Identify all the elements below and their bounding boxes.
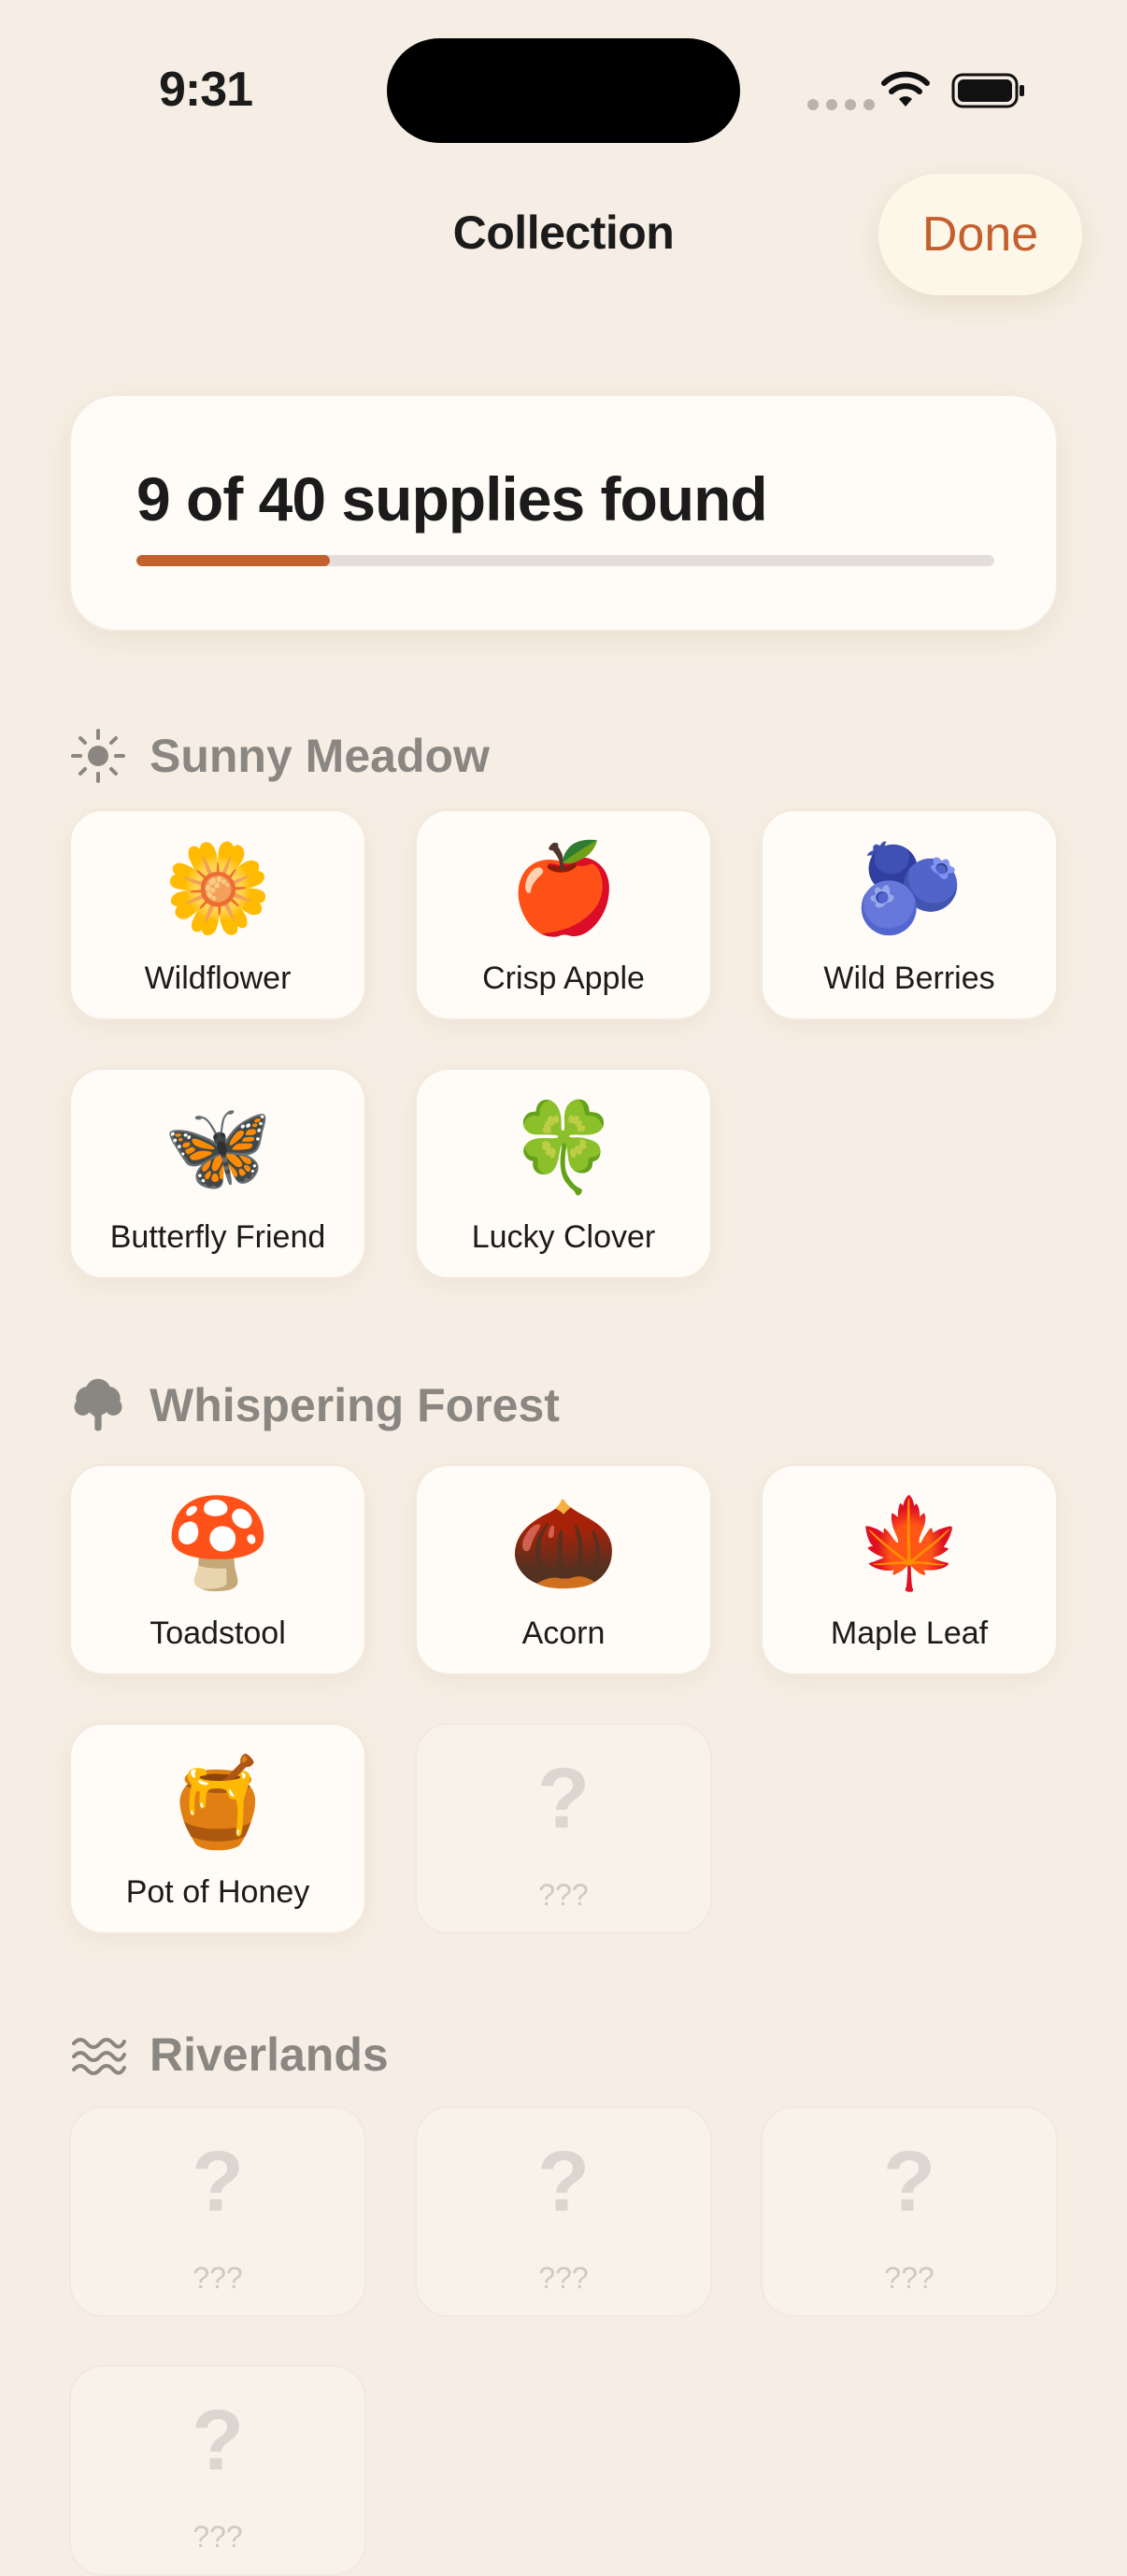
progress-card: 9 of 40 supplies found bbox=[69, 394, 1058, 632]
section-header-riverlands: Riverlands bbox=[69, 2022, 389, 2087]
supply-card-locked[interactable]: ? ??? bbox=[415, 1723, 712, 1934]
supply-label: Wild Berries bbox=[823, 961, 995, 996]
wifi-icon bbox=[881, 71, 930, 107]
supply-card-wild-berries[interactable]: 🫐 Wild Berries bbox=[761, 809, 1058, 1020]
supply-card-acorn[interactable]: 🌰 Acorn bbox=[415, 1464, 712, 1675]
apple-icon: 🍎 bbox=[508, 839, 619, 937]
supply-label: ??? bbox=[193, 2520, 243, 2554]
tree-icon bbox=[69, 1376, 127, 1434]
butterfly-icon: 🦋 bbox=[163, 1098, 273, 1196]
supply-label: ??? bbox=[884, 2261, 934, 2295]
cellular-signal-icon bbox=[807, 99, 875, 110]
status-time: 9:31 bbox=[159, 63, 253, 117]
progress-fill bbox=[136, 555, 330, 566]
water-waves-icon bbox=[69, 2026, 127, 2084]
supply-card-locked[interactable]: ? ??? bbox=[69, 2365, 366, 2576]
progress-text: 9 of 40 supplies found bbox=[136, 464, 768, 534]
blueberries-icon: 🫐 bbox=[854, 839, 964, 937]
supply-label: Crisp Apple bbox=[482, 961, 645, 996]
acorn-icon: 🌰 bbox=[508, 1494, 619, 1592]
supply-label: ??? bbox=[538, 1878, 589, 1912]
supply-label: Toadstool bbox=[150, 1615, 286, 1651]
section-title: Whispering Forest bbox=[150, 1379, 560, 1431]
honey-pot-icon: 🍯 bbox=[163, 1753, 273, 1851]
supply-card-locked[interactable]: ? ??? bbox=[761, 2106, 1058, 2317]
wildflower-icon: 🌼 bbox=[163, 839, 273, 937]
progress-bar bbox=[136, 555, 994, 566]
clover-icon: 🍀 bbox=[508, 1098, 619, 1196]
question-mark-icon: ? bbox=[536, 2134, 591, 2229]
section-header-sunny-meadow: Sunny Meadow bbox=[69, 723, 490, 789]
question-mark-icon: ? bbox=[191, 2134, 245, 2229]
maple-leaf-icon: 🍁 bbox=[854, 1494, 964, 1592]
supply-card-locked[interactable]: ? ??? bbox=[69, 2106, 366, 2317]
supply-label: Maple Leaf bbox=[830, 1615, 989, 1651]
section-header-whispering-forest: Whispering Forest bbox=[69, 1373, 560, 1438]
section-title: Riverlands bbox=[150, 2028, 389, 2081]
question-mark-icon: ? bbox=[191, 2393, 245, 2488]
question-mark-icon: ? bbox=[882, 2134, 936, 2229]
supply-label: ??? bbox=[193, 2261, 243, 2295]
supply-card-locked[interactable]: ? ??? bbox=[415, 2106, 712, 2317]
done-button[interactable]: Done bbox=[878, 174, 1082, 295]
supply-label: Lucky Clover bbox=[471, 1219, 656, 1255]
supply-label: Butterfly Friend bbox=[109, 1219, 326, 1255]
battery-icon bbox=[951, 73, 1024, 108]
supply-card-lucky-clover[interactable]: 🍀 Lucky Clover bbox=[415, 1068, 712, 1279]
section-title: Sunny Meadow bbox=[150, 730, 490, 782]
supply-card-maple-leaf[interactable]: 🍁 Maple Leaf bbox=[761, 1464, 1058, 1675]
supply-card-toadstool[interactable]: 🍄 Toadstool bbox=[69, 1464, 366, 1675]
supply-card-wildflower[interactable]: 🌼 Wildflower bbox=[69, 809, 366, 1020]
supply-label: Pot of Honey bbox=[125, 1874, 310, 1910]
supply-card-crisp-apple[interactable]: 🍎 Crisp Apple bbox=[415, 809, 712, 1020]
dynamic-island bbox=[387, 38, 740, 143]
supply-card-butterfly-friend[interactable]: 🦋 Butterfly Friend bbox=[69, 1068, 366, 1279]
supply-label: Wildflower bbox=[144, 961, 292, 996]
mushroom-icon: 🍄 bbox=[163, 1494, 273, 1592]
supply-label: Acorn bbox=[521, 1615, 606, 1651]
supply-card-pot-of-honey[interactable]: 🍯 Pot of Honey bbox=[69, 1723, 366, 1934]
question-mark-icon: ? bbox=[536, 1751, 591, 1846]
sun-icon bbox=[69, 727, 127, 785]
supply-label: ??? bbox=[538, 2261, 589, 2295]
